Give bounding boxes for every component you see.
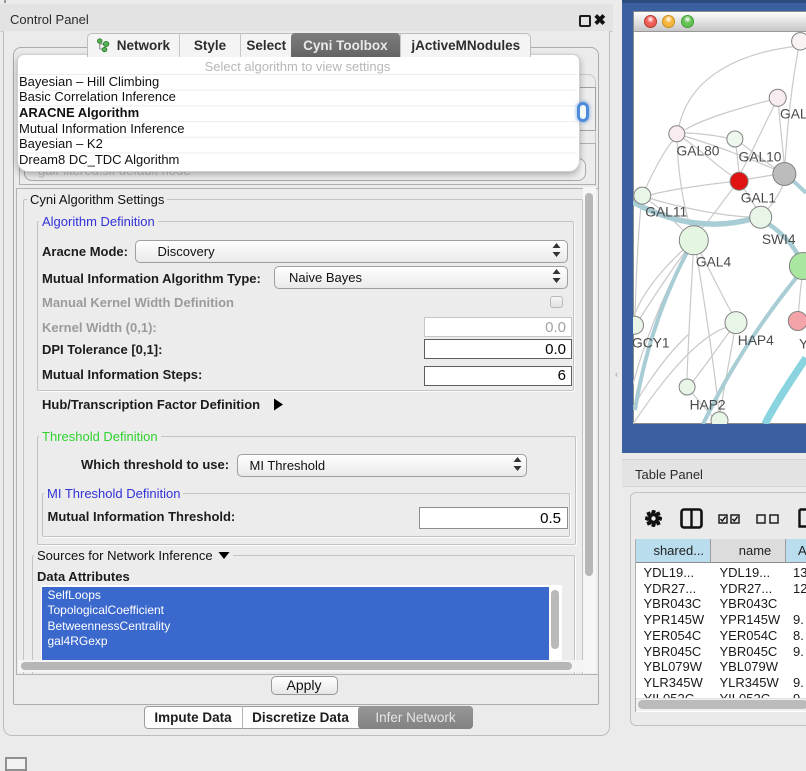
svg-text:GCY1: GCY1 [633,336,670,351]
svg-text:GAL1: GAL1 [741,191,776,206]
svg-text:Y: Y [799,337,806,352]
svg-text:HAP2: HAP2 [690,398,726,413]
svg-text:GAL4: GAL4 [696,255,732,270]
svg-text:SWI4: SWI4 [762,232,796,247]
svg-text:GAL10: GAL10 [739,150,782,165]
svg-text:GAL11: GAL11 [645,205,687,220]
svg-text:GAL80: GAL80 [677,144,720,159]
svg-text:GAL7: GAL7 [780,107,806,122]
svg-text:HAP4: HAP4 [738,333,774,348]
